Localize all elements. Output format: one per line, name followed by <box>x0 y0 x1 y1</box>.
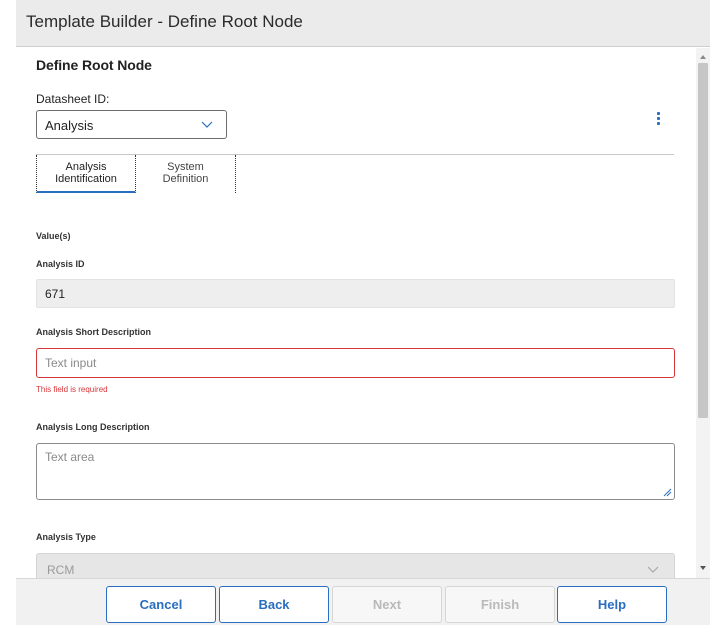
finish-button[interactable]: Finish <box>445 586 555 623</box>
datasheet-selected-value: Analysis <box>45 118 94 133</box>
title-bar: Template Builder - Define Root Node <box>16 0 710 47</box>
short-description-label: Analysis Short Description <box>36 327 152 337</box>
long-description-placeholder: Text area <box>45 450 95 464</box>
tab-label-line2: Definition <box>162 173 209 185</box>
help-button[interactable]: Help <box>557 586 667 623</box>
chevron-down-icon <box>201 121 213 128</box>
wizard-footer: Cancel Back Next Finish Help <box>16 578 710 625</box>
datasheet-select[interactable]: Analysis <box>36 110 227 139</box>
resize-grip-icon[interactable] <box>663 488 672 497</box>
analysis-id-field: 671 <box>36 279 675 308</box>
tab-analysis-identification[interactable]: Analysis Identification <box>36 155 136 193</box>
analysis-id-value: 671 <box>45 287 66 301</box>
tab-label-line1: Analysis <box>65 161 107 173</box>
analysis-type-select: RCM <box>36 553 675 578</box>
back-button[interactable]: Back <box>219 586 329 623</box>
scroll-up-icon[interactable] <box>699 53 707 61</box>
analysis-id-label: Analysis ID <box>36 259 85 269</box>
datasheet-label: Datasheet ID: <box>36 92 110 106</box>
values-heading: Value(s) <box>36 231 71 241</box>
long-description-textarea[interactable]: Text area <box>36 443 675 500</box>
scrollbar-thumb[interactable] <box>698 63 708 418</box>
tab-label-line2: Identification <box>55 173 117 185</box>
cancel-button[interactable]: Cancel <box>106 586 216 623</box>
short-description-error: This field is required <box>36 385 108 394</box>
tab-label-line1: System <box>167 161 204 173</box>
kebab-menu-icon[interactable] <box>653 112 663 128</box>
tab-system-definition[interactable]: System Definition <box>136 155 236 193</box>
analysis-type-value: RCM <box>47 563 75 577</box>
section-title: Define Root Node <box>36 57 152 73</box>
short-description-placeholder: Text input <box>45 356 97 370</box>
left-margin <box>0 0 16 625</box>
chevron-down-icon <box>647 566 659 573</box>
scroll-down-icon[interactable] <box>699 564 707 572</box>
main-content: Define Root Node Datasheet ID: Analysis … <box>16 48 696 578</box>
short-description-input[interactable]: Text input <box>36 348 675 378</box>
next-button[interactable]: Next <box>332 586 442 623</box>
window-title: Template Builder - Define Root Node <box>26 12 303 31</box>
long-description-label: Analysis Long Description <box>36 422 150 432</box>
analysis-type-label: Analysis Type <box>36 532 96 542</box>
vertical-scrollbar[interactable] <box>696 48 710 578</box>
